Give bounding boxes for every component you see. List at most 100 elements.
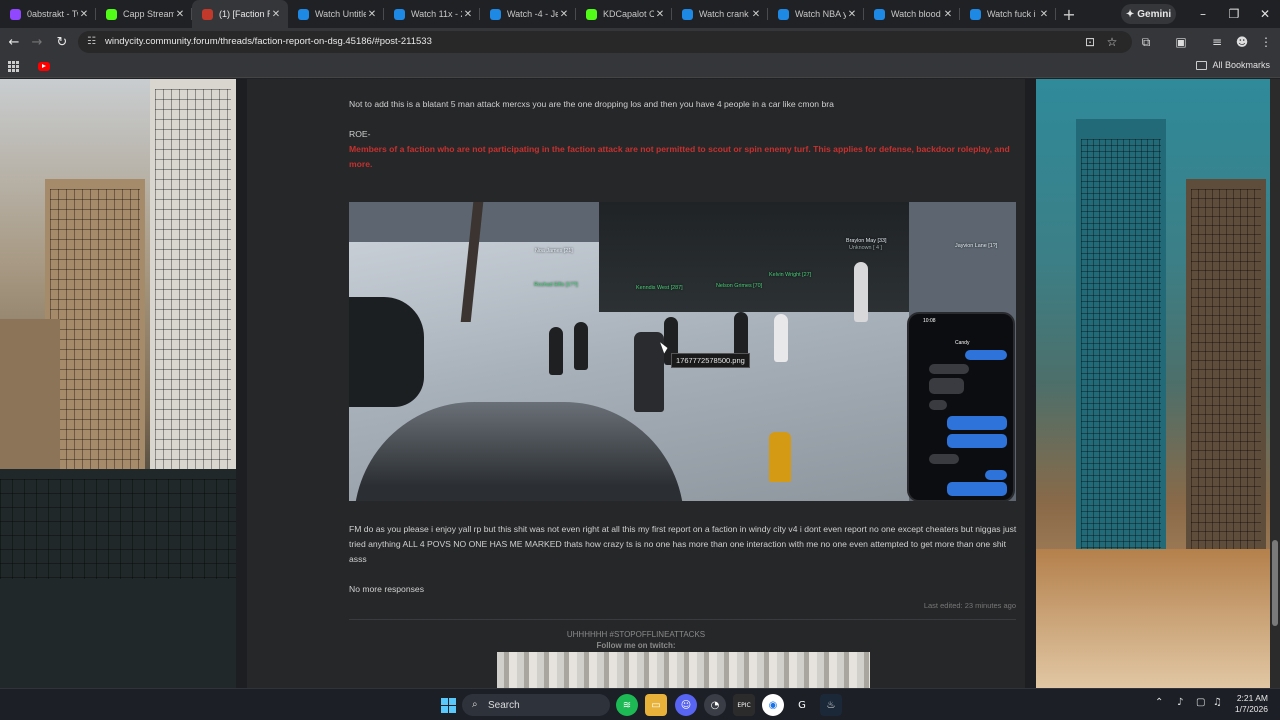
scene-person [774, 314, 788, 362]
site-info-icon[interactable]: ☷ [87, 36, 99, 48]
forum-icon [202, 8, 213, 20]
media-controls-icon[interactable]: ≡ [1207, 32, 1227, 52]
scene-hydrant [769, 432, 791, 482]
close-tab-icon[interactable]: ✕ [78, 9, 90, 20]
tab-title: Watch -4 - Je [507, 9, 558, 19]
gemini-button[interactable]: ✦ Gemini [1121, 4, 1176, 24]
all-bookmarks-button[interactable]: All Bookmarks [1196, 60, 1270, 70]
chat-bubble-sent [947, 416, 1007, 430]
url-text: windycity.community.forum/threads/factio… [105, 36, 432, 47]
chat-bubble-received [929, 378, 964, 394]
file-explorer-icon[interactable]: ▭ [645, 694, 667, 716]
browser-tab[interactable]: Watch NBA y ✕ [768, 0, 864, 28]
discord-icon[interactable]: ☺ [675, 694, 697, 716]
stream-icon [394, 8, 405, 20]
close-tab-icon[interactable]: ✕ [366, 9, 378, 20]
extensions-icon[interactable]: ⧉ [1136, 32, 1156, 52]
reload-icon[interactable]: ↻ [52, 32, 72, 52]
system-clock[interactable]: 2:21 AM 1/7/2026 [1235, 693, 1268, 715]
install-app-icon[interactable]: ⊡ [1080, 32, 1100, 52]
bookmark-star-icon[interactable]: ☆ [1102, 32, 1122, 52]
tab-separator [1055, 8, 1056, 20]
address-bar[interactable]: ☷ windycity.community.forum/threads/fact… [78, 31, 1132, 53]
browser-tab[interactable]: Watch crank ✕ [672, 0, 768, 28]
browser-tab[interactable]: Watch 11x - 2 ✕ [384, 0, 480, 28]
chat-bubble-sent [965, 350, 1007, 360]
scrollbar-thumb[interactable] [1272, 540, 1278, 626]
close-tab-icon[interactable]: ✕ [750, 9, 762, 20]
new-tab-button[interactable]: + [1056, 0, 1082, 28]
scene-person [634, 332, 664, 412]
close-tab-icon[interactable]: ✕ [846, 9, 858, 20]
chat-bubble-received [929, 454, 959, 464]
name-tag: Noa James [21] [535, 248, 573, 254]
network-icon[interactable]: ▢ [1196, 697, 1205, 708]
tray-overflow-icon[interactable]: ⌃ [1155, 697, 1163, 708]
post-line-1: Not to add this is a blatant 5 man attac… [349, 99, 834, 109]
youtube-icon[interactable] [38, 62, 50, 71]
back-icon[interactable]: ← [4, 32, 24, 52]
stream-icon [298, 8, 309, 20]
close-window-button[interactable]: ✕ [1248, 0, 1280, 28]
side-panel-icon[interactable]: ▣ [1171, 32, 1191, 52]
close-tab-icon[interactable]: ✕ [654, 9, 666, 20]
close-tab-icon[interactable]: ✕ [558, 9, 570, 20]
browser-tab[interactable]: Watch blood ✕ [864, 0, 960, 28]
chrome-icon[interactable]: ◉ [762, 694, 784, 716]
search-label: Search [488, 699, 520, 711]
microphone-icon[interactable]: ♪ [1177, 697, 1183, 708]
app-g-icon[interactable]: G [791, 694, 813, 716]
spotify-icon[interactable]: ≋ [616, 694, 638, 716]
bookmarks-bar: All Bookmarks [0, 56, 1280, 78]
browser-tab[interactable]: Watch Untitle ✕ [288, 0, 384, 28]
roe-label: ROE- [349, 129, 371, 139]
steam-icon[interactable]: ♨ [820, 694, 842, 716]
stream-icon [874, 8, 885, 20]
browser-tab[interactable]: (1) [Faction Re✕ [192, 0, 288, 28]
maximize-button[interactable]: ❐ [1217, 0, 1251, 28]
close-tab-icon[interactable]: ✕ [462, 9, 474, 20]
browser-tab[interactable]: KDCapalot C ✕ [576, 0, 672, 28]
app-icon[interactable]: ◔ [704, 694, 726, 716]
folder-icon [1196, 60, 1208, 70]
chat-bubble-sent [947, 434, 1007, 448]
page-viewport: Not to add this is a blatant 5 man attac… [0, 79, 1280, 688]
browser-tab[interactable]: Watch fuck i ✕ [960, 0, 1056, 28]
tab-title: Watch blood [891, 9, 941, 19]
sparkle-icon: ✦ [1125, 8, 1135, 20]
minimize-button[interactable]: – [1186, 0, 1220, 28]
taskbar-search[interactable]: ⌕ Search [462, 694, 610, 716]
close-tab-icon[interactable]: ✕ [174, 9, 186, 20]
forward-icon[interactable]: → [27, 32, 47, 52]
browser-tab[interactable]: Watch -4 - Je ✕ [480, 0, 576, 28]
post-closing: No more responses [349, 584, 424, 594]
close-tab-icon[interactable]: ✕ [270, 9, 282, 20]
menu-kebab-icon[interactable]: ⋮ [1256, 32, 1276, 52]
signature-image[interactable] [497, 652, 870, 688]
volume-icon[interactable]: ♫ [1213, 697, 1222, 708]
tab-title: Watch 11x - 2 [411, 9, 462, 19]
browser-tab[interactable]: 0abstrakt - Tw ✕ [0, 0, 96, 28]
stream-icon [682, 8, 693, 20]
apps-grid-icon[interactable] [8, 61, 19, 72]
page-scrollbar[interactable] [1270, 79, 1280, 688]
chat-bubble-received [929, 400, 947, 410]
profile-avatar-icon[interactable]: ☻ [1232, 32, 1252, 52]
browser-tab[interactable]: Capp Stream ✕ [96, 0, 192, 28]
kick-icon [106, 8, 117, 20]
clock-time: 2:21 AM [1236, 693, 1268, 703]
close-tab-icon[interactable]: ✕ [1038, 9, 1050, 20]
scene-person [549, 327, 563, 375]
epic-games-icon[interactable]: EPIC [733, 694, 755, 716]
close-tab-icon[interactable]: ✕ [942, 9, 954, 20]
name-tag: Nelson Grimes [70] [716, 283, 763, 289]
name-tag: Braylon May [33] [846, 238, 887, 244]
post-image-attachment[interactable]: Noa James [21] Braylon May [33] Unknown … [349, 202, 1016, 501]
tab-strip: 0abstrakt - Tw ✕ Capp Stream ✕ (1) [Faction … [0, 0, 1280, 28]
name-tag: Roshad Elfis [1??] [534, 282, 578, 288]
start-button[interactable] [437, 694, 459, 716]
name-tag: Jayvion Lane [1?] [955, 243, 998, 249]
phone-contact: Candy [955, 340, 970, 346]
phone-time: 10:08 [923, 318, 936, 324]
in-game-phone: 10:08 Candy [907, 312, 1015, 501]
